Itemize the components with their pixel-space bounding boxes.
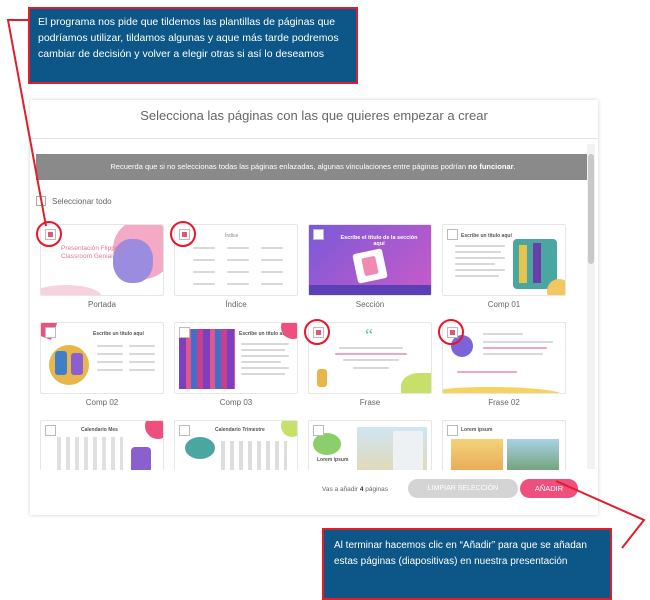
decor-shape (41, 285, 101, 295)
selection-highlight-circle (170, 221, 196, 247)
template-thumbnail[interactable]: Escribe un título aquí (442, 224, 566, 296)
template-tile-calendario[interactable]: Calendario Mes (40, 420, 164, 470)
thumb-title: Lorem ipsum (461, 427, 493, 433)
calendar-grid (57, 437, 123, 470)
template-tile-calendario-trimestre[interactable]: Calendario Trimestre (174, 420, 298, 470)
add-button[interactable]: AÑADIR (520, 479, 578, 498)
clear-selection-button[interactable]: LIMPIAR SELECCIÓN (408, 479, 518, 498)
template-thumbnail[interactable]: Escribe un título aquí (174, 322, 298, 394)
decor-illustration (55, 351, 67, 375)
thumb-title: Escribe un título aquí (461, 233, 512, 239)
thumb-title: Escribe el título de la sección aquí (340, 235, 418, 247)
template-tile-seccion[interactable]: Escribe el título de la sección aquí Sec… (308, 224, 432, 310)
dialog-footer: Vas a añadir 4 páginas LIMPIAR SELECCIÓN… (30, 478, 598, 508)
template-tile-lorem-2[interactable]: Lorem ipsum (442, 420, 566, 470)
template-label: Comp 03 (219, 398, 253, 407)
select-all-label: Seleccionar todo (52, 196, 112, 206)
decor-photo (451, 439, 503, 470)
warning-text: Recuerda que si no seleccionas todas las… (110, 162, 467, 171)
thumb-title: Lorem ipsum (317, 457, 349, 463)
template-checkbox[interactable] (179, 425, 190, 436)
decor-illustration (313, 433, 341, 455)
calendar-grid (221, 441, 287, 470)
template-thumbnail[interactable]: Escribe un título aquí (40, 322, 164, 394)
warning-banner: Recuerda que si no seleccionas todas las… (36, 154, 590, 180)
title-divider (30, 138, 598, 139)
template-tile-comp03[interactable]: Escribe un título aquí Comp 03 (174, 322, 298, 408)
decor-photo (179, 329, 235, 389)
template-tile-lorem-1[interactable]: Lorem ipsum (308, 420, 432, 470)
select-all-control[interactable]: Seleccionar todo (36, 196, 112, 206)
count-prefix: Vas a añadir (322, 486, 359, 493)
decor-illustration (71, 353, 83, 375)
decor-illustration (317, 369, 327, 387)
dialog-title: Selecciona las páginas con las que quier… (140, 108, 488, 123)
template-checkbox[interactable] (447, 425, 458, 436)
template-checkbox[interactable] (179, 327, 190, 338)
template-thumbnail[interactable]: Calendario Trimestre (174, 420, 298, 470)
decor-shape (281, 421, 297, 437)
template-thumbnail[interactable]: Escribe el título de la sección aquí (308, 224, 432, 296)
quote-mark: “ (365, 325, 373, 345)
grid-scrollbar[interactable] (587, 144, 595, 469)
decor-shape (401, 373, 431, 393)
decor-shape (443, 387, 561, 393)
template-label: Portada (87, 300, 117, 309)
template-grid: Presentación Flipped Classroom Genial Po… (40, 224, 580, 470)
template-thumbnail[interactable]: Lorem ipsum (308, 420, 432, 470)
decor-shape (145, 421, 163, 439)
thumb-title: Índice (225, 233, 239, 239)
template-thumbnail[interactable]: Calendario Mes (40, 420, 164, 470)
template-thumbnail[interactable]: Lorem ipsum (442, 420, 566, 470)
selection-count: Vas a añadir 4 páginas (322, 486, 388, 493)
instruction-text-bottom: Al terminar hacemos clic en “Añadir” par… (334, 540, 587, 567)
template-label: Comp 01 (487, 300, 521, 309)
template-selection-dialog: Selecciona las páginas con las que quier… (30, 100, 598, 515)
template-tile-comp02[interactable]: Escribe un título aquí Comp 02 (40, 322, 164, 408)
warning-bold-text: no funcionar (468, 162, 514, 171)
template-checkbox[interactable] (313, 425, 324, 436)
selection-highlight-circle (304, 319, 330, 345)
thumb-title: Presentación Flipped Classroom Genial (61, 245, 123, 260)
thumb-title: Escribe un título aquí (93, 331, 144, 337)
selection-highlight-circle (438, 319, 464, 345)
template-label: Frase (359, 398, 381, 407)
decor-illustration (131, 447, 151, 470)
instruction-callout-top: El programa nos pide que tildemos las pl… (28, 7, 358, 84)
count-value: 4 (359, 486, 364, 493)
count-suffix: páginas (365, 486, 389, 493)
decor-photo (507, 439, 559, 470)
template-checkbox[interactable] (447, 229, 458, 240)
instruction-text-top: El programa nos pide que tildemos las pl… (38, 16, 339, 60)
template-checkbox[interactable] (313, 229, 324, 240)
template-label: Comp 02 (85, 398, 119, 407)
thumb-title: Calendario Trimestre (215, 427, 265, 433)
decor-photo (393, 431, 423, 470)
decor-shape (547, 279, 565, 295)
template-tile-comp01[interactable]: Escribe un título aquí Comp 01 (442, 224, 566, 310)
decor-illustration (185, 437, 215, 459)
template-checkbox[interactable] (45, 327, 56, 338)
warning-period: . (513, 162, 516, 171)
scrollbar-thumb[interactable] (588, 154, 594, 264)
decor-photo (519, 245, 527, 283)
thumb-title: Calendario Mes (81, 427, 118, 433)
instruction-callout-bottom: Al terminar hacemos clic en “Añadir” par… (322, 528, 612, 600)
decor-photo (533, 243, 541, 283)
template-label: Sección (355, 300, 385, 309)
template-checkbox[interactable] (45, 425, 56, 436)
selection-highlight-circle (36, 221, 62, 247)
template-label: Frase 02 (488, 398, 520, 407)
decor-shape (309, 285, 431, 295)
select-all-checkbox[interactable] (36, 196, 46, 206)
template-label: Índice (225, 300, 247, 309)
